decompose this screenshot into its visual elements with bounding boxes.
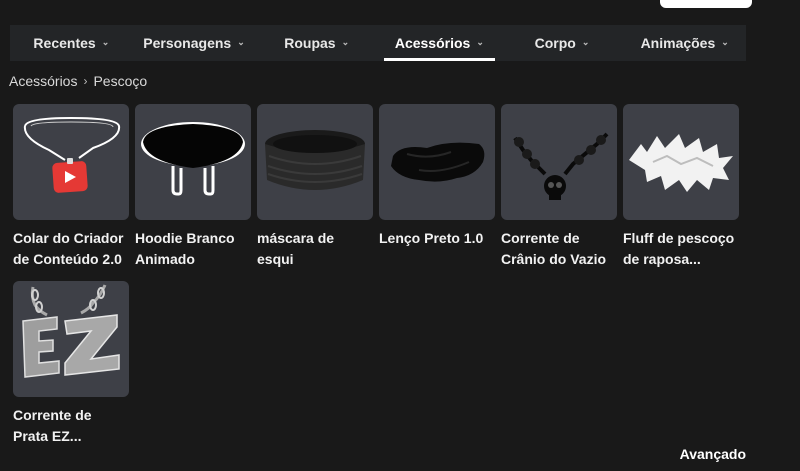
tab-label: Acessórios: [394, 35, 471, 51]
item-card[interactable]: Lenço Preto 1.0: [379, 104, 495, 270]
hoodie-collar-icon: [141, 122, 245, 196]
chevron-down-icon: ⌄: [476, 36, 484, 47]
breadcrumb: Acessórios › Pescoço: [9, 73, 147, 89]
item-name: Colar do Criador de Conteúdo 2.0: [13, 230, 124, 267]
chevron-down-icon: ⌄: [341, 36, 350, 47]
skull-chain-icon: [513, 132, 609, 200]
chevron-down-icon: ⌄: [581, 36, 590, 47]
ez-chain-icon: [22, 284, 120, 378]
item-thumbnail: [13, 104, 129, 220]
category-tabbar: Recentes ⌄ Personagens ⌄ Roupas ⌄ Acessório…: [10, 25, 746, 61]
ski-mask-icon: [265, 130, 365, 190]
item-name: Hoodie Branco Animado: [135, 230, 235, 267]
item-name: máscara de esqui: [257, 230, 335, 267]
item-card[interactable]: Corrente de Crânio do Vazio: [501, 104, 617, 270]
item-name: Corrente de Crânio do Vazio: [501, 230, 607, 267]
item-thumbnail: [257, 104, 373, 220]
tab-label: Recentes: [33, 35, 96, 51]
chevron-down-icon: ⌄: [101, 36, 110, 47]
item-name: Fluff de pescoço de raposa...: [623, 230, 735, 267]
item-card[interactable]: Fluff de pescoço de raposa...: [623, 104, 739, 270]
item-name: Lenço Preto 1.0: [379, 230, 484, 246]
chevron-down-icon: ⌄: [721, 36, 729, 47]
item-card[interactable]: Colar do Criador de Conteúdo 2.0: [13, 104, 129, 270]
breadcrumb-parent[interactable]: Acessórios: [9, 73, 77, 89]
tab-label: Animações: [640, 35, 716, 51]
item-thumbnail: [379, 104, 495, 220]
tab-corpo[interactable]: Corpo ⌄: [501, 25, 624, 61]
tab-label: Corpo: [534, 35, 576, 51]
breadcrumb-current: Pescoço: [93, 73, 148, 89]
black-scarf-icon: [391, 142, 485, 182]
item-card[interactable]: máscara de esqui: [257, 104, 373, 270]
chevron-down-icon: ⌄: [237, 36, 245, 47]
item-card[interactable]: Corrente de Prata EZ...: [13, 281, 129, 447]
tab-animacoes[interactable]: Animações ⌄: [623, 25, 746, 61]
chevron-right-icon: ›: [83, 74, 88, 88]
tab-recentes[interactable]: Recentes ⌄: [10, 25, 133, 61]
item-grid: Colar do Criador de Conteúdo 2.0 Hoodie …: [13, 104, 753, 447]
tab-roupas[interactable]: Roupas ⌄: [255, 25, 378, 61]
item-card[interactable]: Hoodie Branco Animado: [135, 104, 251, 270]
tab-label: Roupas: [284, 35, 336, 51]
youtube-necklace-icon: [23, 116, 121, 193]
item-thumbnail: [135, 104, 251, 220]
item-name: Corrente de Prata EZ...: [13, 407, 92, 444]
tab-label: Personagens: [143, 35, 232, 51]
top-search-box[interactable]: [660, 0, 752, 8]
fox-fluff-icon: [629, 134, 733, 192]
advanced-button[interactable]: Avançado: [680, 446, 746, 462]
item-thumbnail: [501, 104, 617, 220]
item-thumbnail: [623, 104, 739, 220]
tab-personagens[interactable]: Personagens ⌄: [133, 25, 256, 61]
tab-acessorios[interactable]: Acessórios ⌄: [378, 25, 501, 61]
item-thumbnail: [13, 281, 129, 397]
